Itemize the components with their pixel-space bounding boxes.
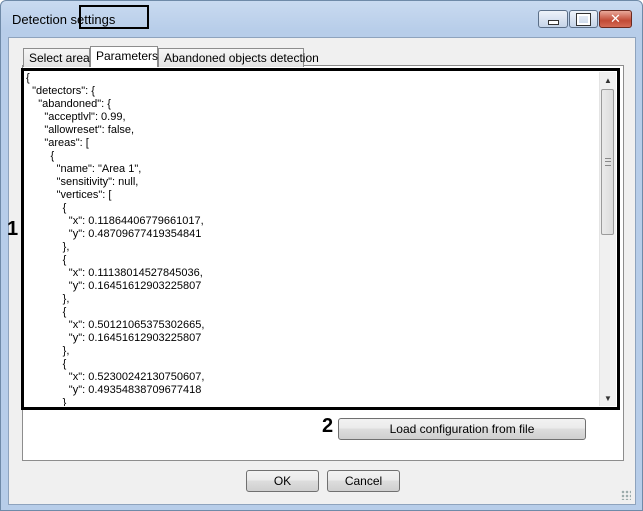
cancel-button[interactable]: Cancel [327, 470, 400, 492]
scroll-down-arrow-icon[interactable]: ▼ [600, 390, 616, 406]
code-line: "x": 0.11138014527845036, [26, 267, 203, 279]
code-line: "vertices": [ [26, 189, 112, 201]
code-line: "y": 0.49354838709677418 [26, 384, 202, 396]
code-line: } [26, 397, 67, 406]
code-line: { [26, 306, 67, 318]
close-button[interactable]: ✕ [599, 10, 632, 28]
scrollbar-thumb[interactable] [601, 89, 614, 235]
code-line: "allowreset": false, [26, 124, 135, 136]
maximize-button[interactable] [569, 10, 598, 28]
code-line: }, [26, 293, 70, 305]
code-line: { [26, 150, 55, 162]
code-line: "sensitivity": null, [26, 176, 139, 188]
tab-abandoned-objects-detection[interactable]: Abandoned objects detection [158, 48, 319, 67]
resize-grip-icon[interactable] [621, 490, 631, 500]
maximize-icon [576, 12, 591, 26]
code-line: }, [26, 241, 70, 253]
code-line: "abandoned": { [26, 98, 111, 110]
callout-number-1: 1 [7, 218, 19, 240]
scrollbar-grip-icon [605, 158, 611, 166]
load-configuration-button[interactable]: Load configuration from file [338, 418, 586, 440]
code-line: "y": 0.16451612903225807 [26, 332, 202, 344]
close-icon: ✕ [610, 11, 621, 27]
code-line: { [26, 72, 30, 84]
code-line: { [26, 202, 67, 214]
vertical-scrollbar[interactable]: ▲ ▼ [599, 72, 616, 406]
tab-select-area[interactable]: Select area [23, 48, 90, 67]
code-line: "areas": [ [26, 137, 89, 149]
code-line: { [26, 358, 67, 370]
code-line: { [26, 254, 67, 266]
code-line: "y": 0.16451612903225807 [26, 280, 202, 292]
code-line: "detectors": { [26, 85, 95, 97]
code-line: }, [26, 345, 70, 357]
code-line: "acceptlvl": 0.99, [26, 111, 126, 123]
code-line: "x": 0.50121065375302665, [26, 319, 205, 331]
minimize-icon [547, 19, 559, 25]
scroll-up-arrow-icon[interactable]: ▲ [600, 72, 616, 88]
parameters-tab-callout-frame [79, 5, 149, 29]
callout-number-2: 2 [322, 415, 334, 437]
code-line: "name": "Area 1", [26, 163, 142, 175]
dialog-window: Detection settings ✕ Select area Paramet… [0, 0, 643, 511]
code-line: "x": 0.11864406779661017, [26, 215, 204, 227]
code-line: "x": 0.52300242130750607, [26, 371, 205, 383]
parameters-json-editor[interactable]: { "detectors": { "abandoned": { "acceptl… [26, 72, 600, 406]
tab-parameters[interactable]: Parameters [90, 46, 158, 67]
code-line: "y": 0.48709677419354841 [26, 228, 202, 240]
parameters-editor-frame: { "detectors": { "abandoned": { "acceptl… [21, 68, 620, 410]
ok-button[interactable]: OK [246, 470, 319, 492]
minimize-button[interactable] [538, 10, 568, 28]
